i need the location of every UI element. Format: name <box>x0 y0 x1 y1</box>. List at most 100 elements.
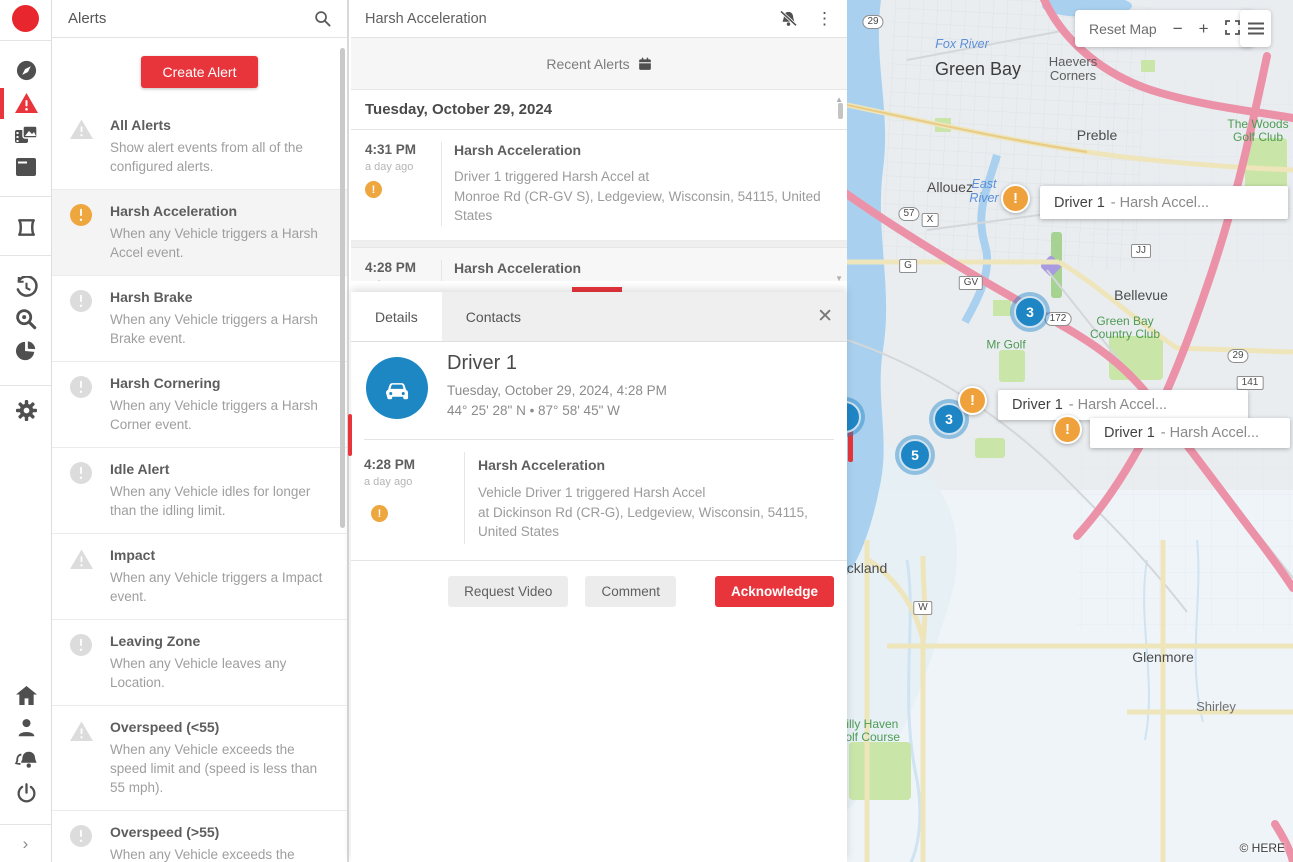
warning-dot-icon: ! <box>365 181 382 198</box>
map-alert-tooltip[interactable]: Driver 1- Harsh Accel... <box>998 390 1248 420</box>
zoom-in-button[interactable]: + <box>1199 20 1209 37</box>
nav-find-button[interactable] <box>13 306 39 332</box>
map-warning-marker[interactable]: ! <box>1001 184 1030 213</box>
acknowledge-button[interactable]: Acknowledge <box>715 576 834 607</box>
tab-contacts[interactable]: Contacts <box>442 292 545 341</box>
alert-type-title: Harsh Cornering <box>110 375 325 391</box>
alert-type-icon-wrap <box>52 824 110 862</box>
map-place-label: Glenmore <box>1132 650 1193 664</box>
feed-entry[interactable]: 4:28 PM a day ago Harsh Acceleration <box>351 248 847 281</box>
hamburger-icon <box>1248 22 1264 35</box>
map-control-bar: Reset Map − + <box>1075 10 1254 47</box>
road-shield: 141 <box>1237 376 1264 390</box>
divider <box>351 560 847 561</box>
warning-circle-icon <box>70 825 92 847</box>
alerts-scrollbar-thumb[interactable] <box>340 48 345 528</box>
map-place-label: Mr Golf <box>986 339 1025 352</box>
nav-reports-button[interactable] <box>13 338 39 364</box>
map-cluster-marker[interactable]: 3 <box>1014 296 1046 328</box>
geofence-icon <box>15 216 38 239</box>
nav-account-button[interactable] <box>13 714 39 740</box>
nav-logout-button[interactable] <box>13 780 39 806</box>
alert-type-item[interactable]: Impact When any Vehicle triggers a Impac… <box>52 534 347 620</box>
nav-home-button[interactable] <box>13 682 39 708</box>
tab-details[interactable]: Details <box>351 292 442 341</box>
feed-scrollbar-thumb[interactable] <box>838 103 843 119</box>
alert-type-item[interactable]: Harsh Acceleration When any Vehicle trig… <box>52 190 347 276</box>
detail-entry-ago: a day ago <box>364 476 412 488</box>
recent-alerts-bar[interactable]: Recent Alerts <box>351 38 847 90</box>
search-icon[interactable] <box>314 10 331 27</box>
alert-type-title: Harsh Acceleration <box>110 203 325 219</box>
map-warning-marker[interactable]: ! <box>958 386 987 415</box>
feed-menu-button[interactable]: ⋮ <box>816 10 833 27</box>
alert-type-title: Harsh Brake <box>110 289 325 305</box>
entry-title: Harsh Acceleration <box>454 142 833 158</box>
pie-chart-icon <box>15 340 37 362</box>
map-layers-menu-button[interactable] <box>1240 10 1271 47</box>
map-alert-tooltip[interactable]: Driver 1- Harsh Accel... <box>1040 186 1288 219</box>
map-canvas[interactable]: Fox RiverGreen BayHaeversCornersPrebleAl… <box>847 0 1293 862</box>
fullscreen-icon <box>1225 20 1240 35</box>
bells-icon <box>14 749 38 771</box>
alert-type-text: Harsh Acceleration When any Vehicle trig… <box>110 203 325 262</box>
alert-type-list: All Alerts Show alert events from all of… <box>52 104 347 862</box>
alert-type-item[interactable]: Harsh Brake When any Vehicle triggers a … <box>52 276 347 362</box>
comment-button[interactable]: Comment <box>585 576 676 607</box>
map-alert-tooltip[interactable]: Driver 1- Harsh Accel... <box>1090 418 1290 448</box>
person-icon <box>16 717 37 738</box>
nav-dashboard-button[interactable] <box>13 57 39 83</box>
scroll-down-icon[interactable]: ▼ <box>835 274 843 283</box>
nav-geofence-button[interactable] <box>13 214 39 240</box>
alert-type-item[interactable]: All Alerts Show alert events from all of… <box>52 104 347 190</box>
alert-type-description: When any Vehicle triggers a Harsh Corner… <box>110 396 325 434</box>
feed-date-header: Tuesday, October 29, 2024 <box>351 90 847 130</box>
alert-type-icon-wrap <box>52 461 110 520</box>
gear-icon <box>15 399 38 422</box>
nav-media-button[interactable] <box>13 122 39 148</box>
road-shield: X <box>922 213 939 227</box>
alert-type-icon-wrap <box>52 375 110 434</box>
create-alert-button[interactable]: Create Alert <box>141 56 259 88</box>
alert-type-text: Idle Alert When any Vehicle idles for lo… <box>110 461 325 520</box>
driver-name: Driver 1 <box>447 352 517 375</box>
alert-type-description: When any Vehicle triggers a Harsh Accel … <box>110 224 325 262</box>
warning-circle-icon <box>70 204 92 226</box>
map-warning-marker[interactable]: ! <box>1053 415 1082 444</box>
alert-type-item[interactable]: Harsh Cornering When any Vehicle trigger… <box>52 362 347 448</box>
alert-type-description: When any Vehicle exceeds the speed <box>110 845 325 862</box>
alert-type-icon-wrap <box>52 203 110 262</box>
close-icon[interactable]: ✕ <box>817 305 833 328</box>
nav-settings-button[interactable] <box>13 397 39 423</box>
active-nav-indicator <box>0 88 4 119</box>
request-video-button[interactable]: Request Video <box>448 576 568 607</box>
alerts-panel-header: Alerts <box>52 0 347 38</box>
mute-alert-button[interactable] <box>779 10 798 28</box>
entry-content: Harsh Acceleration Driver 1 triggered Ha… <box>441 142 833 226</box>
fullscreen-button[interactable] <box>1225 20 1240 38</box>
collapse-rail-button[interactable]: › <box>0 824 51 862</box>
zoom-out-button[interactable]: − <box>1173 20 1183 37</box>
nav-window-button[interactable] <box>13 154 39 180</box>
reset-map-button[interactable]: Reset Map <box>1089 21 1157 37</box>
alert-details-panel: Details Contacts ✕ Driver 1 Tuesday, Oct… <box>351 292 847 862</box>
entry-time-column: 4:31 PM a day ago ! <box>365 142 441 226</box>
feed-entry[interactable]: 4:31 PM a day ago ! Harsh Acceleration D… <box>351 130 847 241</box>
alert-type-description: When any Vehicle triggers a Harsh Brake … <box>110 310 325 348</box>
alert-type-item[interactable]: Leaving Zone When any Vehicle leaves any… <box>52 620 347 706</box>
alert-type-item[interactable]: Idle Alert When any Vehicle idles for lo… <box>52 448 347 534</box>
nav-history-button[interactable] <box>13 274 39 300</box>
alerts-panel-title: Alerts <box>68 10 314 27</box>
alert-type-text: Overspeed (>55) When any Vehicle exceeds… <box>110 824 325 862</box>
nav-notifications-button[interactable] <box>13 747 39 773</box>
alert-type-item[interactable]: Overspeed (<55) When any Vehicle exceeds… <box>52 706 347 811</box>
alert-type-item[interactable]: Overspeed (>55) When any Vehicle exceeds… <box>52 811 347 862</box>
detail-entry-time: 4:28 PM <box>364 457 415 472</box>
nav-alerts-button[interactable] <box>13 90 39 116</box>
map-cluster-marker[interactable]: 5 <box>899 439 931 471</box>
alert-type-title: Impact <box>110 547 325 563</box>
alert-type-scroll[interactable]: Create Alert All Alerts Show alert event… <box>52 38 347 862</box>
details-tabbar: Details Contacts ✕ <box>351 292 847 342</box>
app-logo[interactable] <box>12 5 39 32</box>
map-place-label: Shirley <box>1196 700 1236 714</box>
